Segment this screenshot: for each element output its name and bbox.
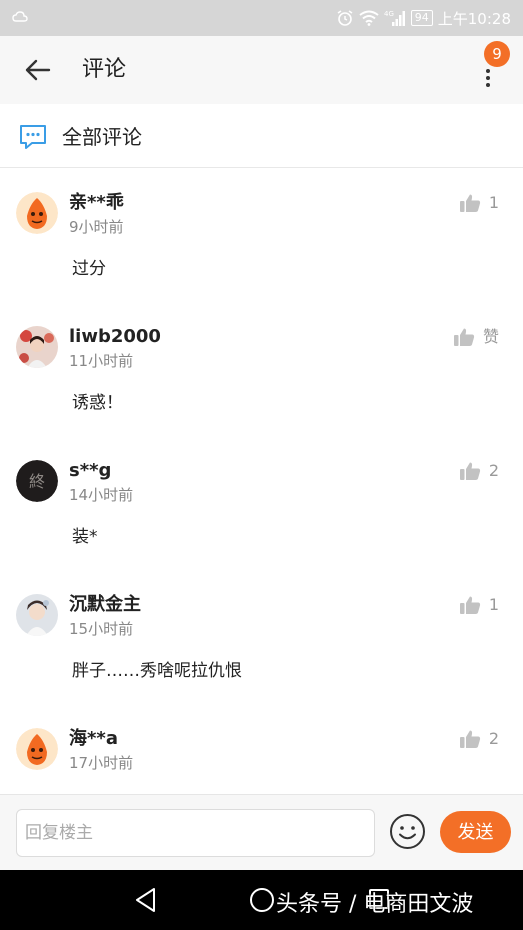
comment-author[interactable]: s**g [69, 459, 111, 483]
comment-item: liwb2000 11小时前 诱惑！ 赞 [0, 326, 523, 460]
comment-time: 9小时前 [69, 218, 124, 236]
comment-item: 海**a 17小时前 2 [0, 728, 523, 794]
user-avatar[interactable] [16, 192, 58, 234]
notification-badge: 9 [484, 41, 510, 67]
like-count: 2 [488, 461, 499, 480]
comment-bubble-icon [20, 125, 46, 149]
comment-time: 11小时前 [69, 352, 134, 370]
emoji-button[interactable] [389, 813, 426, 850]
app-header: 评论 [0, 36, 523, 104]
send-button[interactable]: 发送 [440, 811, 511, 853]
status-bar: 4G 94 上午10:28 [0, 0, 523, 36]
comment-author[interactable]: 沉默金主 [69, 593, 141, 617]
like-count: 2 [488, 729, 499, 748]
like-button[interactable]: 赞 [453, 326, 499, 348]
user-avatar[interactable] [16, 594, 58, 636]
page-title: 评论 [82, 57, 127, 82]
user-avatar[interactable]: 終 [16, 460, 58, 502]
svg-text:4G: 4G [384, 10, 394, 18]
like-button[interactable]: 1 [459, 192, 499, 214]
comment-text: 胖子……秀啥呢拉仇恨 [72, 661, 242, 681]
reply-bar: 发送 [0, 794, 523, 870]
arrow-left-icon [25, 59, 51, 81]
nav-back-icon[interactable] [134, 887, 158, 913]
user-avatar[interactable] [16, 326, 58, 368]
like-count: 1 [488, 595, 499, 614]
comment-time: 15小时前 [69, 620, 134, 638]
status-indicators: 4G 94 上午10:28 [336, 7, 511, 29]
like-count: 赞 [482, 327, 499, 346]
comment-text: 诱惑！ [72, 393, 123, 413]
status-time: 上午10:28 [437, 9, 511, 28]
thumbs-up-icon [459, 596, 480, 614]
thumbs-up-icon [459, 194, 480, 212]
thumbs-up-icon [459, 730, 480, 748]
like-button[interactable]: 2 [459, 728, 499, 750]
reply-input[interactable] [16, 809, 375, 857]
smiley-icon [390, 814, 425, 849]
cloud-icon [12, 11, 28, 22]
comment-text: 装* [72, 527, 98, 547]
system-nav-bar: 头条号 / 电商田文波 [0, 870, 523, 930]
wifi-icon [359, 10, 379, 26]
user-avatar[interactable] [16, 728, 58, 770]
comment-text: 过分 [72, 259, 106, 279]
like-button[interactable]: 1 [459, 594, 499, 616]
comment-author[interactable]: liwb2000 [69, 325, 161, 349]
thumbs-up-icon [459, 462, 480, 480]
comment-author[interactable]: 亲**乖 [69, 191, 124, 215]
comment-item: 終 s**g 14小时前 装* 2 [0, 460, 523, 594]
alarm-icon [337, 10, 353, 26]
like-button[interactable]: 2 [459, 460, 499, 482]
signal-icon: 4G [384, 10, 405, 26]
battery-icon: 94 [410, 10, 433, 26]
svg-text:終: 終 [29, 472, 45, 491]
thumbs-up-icon [453, 328, 475, 346]
like-count: 1 [488, 193, 499, 212]
comment-item: 亲**乖 9小时前 过分 1 [0, 192, 523, 326]
back-button[interactable] [22, 56, 52, 84]
comment-time: 14小时前 [69, 486, 134, 504]
comment-item: 沉默金主 15小时前 胖子……秀啥呢拉仇恨 1 [0, 594, 523, 728]
section-header: 全部评论 [0, 104, 523, 168]
comment-author[interactable]: 海**a [69, 727, 118, 751]
comment-time: 17小时前 [69, 754, 134, 772]
more-vertical-icon [486, 69, 491, 90]
watermark: 头条号 / 电商田文波 [276, 892, 474, 917]
nav-home-icon[interactable] [250, 888, 274, 912]
section-title: 全部评论 [62, 125, 142, 149]
